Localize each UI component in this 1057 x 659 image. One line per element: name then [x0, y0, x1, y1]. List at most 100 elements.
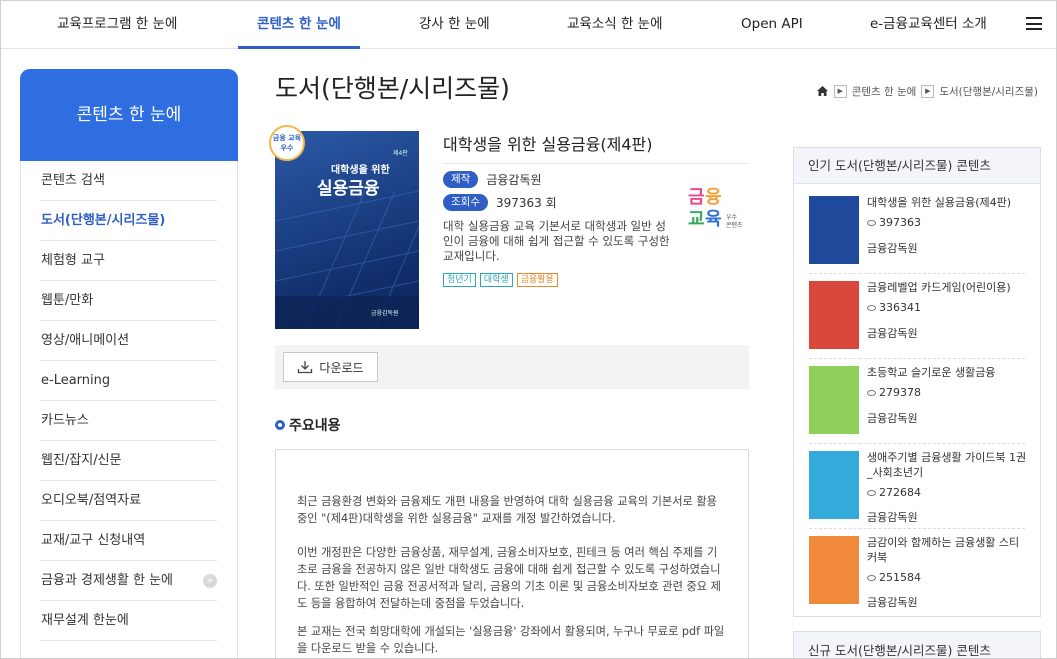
- eye-icon: [867, 574, 876, 581]
- sidebar-item-label: e-Learning: [41, 373, 111, 388]
- quality-mark-logo: 금 융 교 육 우수 콘텐츠: [688, 181, 750, 241]
- sidebar-item-experience-tools[interactable]: 체험형 교구: [41, 241, 217, 281]
- sidebar-item-elearning[interactable]: e-Learning: [41, 361, 217, 401]
- quality-mark-icon: 금 융 교 육 우수 콘텐츠: [688, 187, 743, 229]
- sidebar-item-webzine[interactable]: 웹진/잡지/신문: [41, 441, 217, 481]
- popular-item[interactable]: 금감이와 함께하는 금융생활 스티커북 251584 금융감독원: [809, 529, 1025, 614]
- popular-item-publisher: 금융감독원: [867, 596, 918, 609]
- sidebar-item-label: 웹진/잡지/신문: [41, 453, 122, 468]
- expand-icon[interactable]: +: [203, 574, 217, 588]
- popular-item[interactable]: 생애주기별 금융생활 가이드북 1권_사회초년기 272684 금융감독원: [809, 444, 1027, 529]
- popular-item[interactable]: 금융레벨업 카드게임(어린이용) 336341 금융감독원: [809, 274, 1025, 359]
- popular-item-thumbnail[interactable]: [809, 196, 859, 264]
- nav-item-contents[interactable]: 콘텐츠 한 눈에: [238, 1, 360, 49]
- cover-publisher: 금융감독원: [371, 310, 399, 317]
- views-label: 조회수: [443, 193, 488, 211]
- popular-item-publisher: 금융감독원: [867, 327, 918, 340]
- producer-row: 제작 금융감독원: [443, 170, 542, 188]
- breadcrumb-item[interactable]: 도서(단행본/시리즈물): [939, 84, 1038, 99]
- sidebar-item-label: 교재/교구 신청내역: [41, 533, 146, 548]
- producer-value: 금융감독원: [486, 172, 542, 187]
- download-icon: [298, 361, 313, 374]
- sidebar-item-cardnews[interactable]: 카드뉴스: [41, 401, 217, 441]
- sidebar-item-label: 재무설계 한눈에: [41, 613, 129, 628]
- tag[interactable]: 금융활용: [516, 273, 558, 287]
- popular-item[interactable]: 대학생을 위한 실용금융(제4판) 397363 금융감독원: [809, 189, 1025, 274]
- svg-text:육: 육: [705, 209, 722, 229]
- producer-label: 제작: [443, 170, 479, 188]
- home-icon[interactable]: [816, 85, 829, 97]
- popular-item-thumbnail[interactable]: [809, 281, 859, 349]
- sidebar-item-audiobook[interactable]: 오디오북/점역자료: [41, 481, 217, 521]
- popular-panel-title: 인기 도서(단행본/시리즈물) 콘텐츠: [794, 148, 1040, 184]
- svg-text:콘텐츠: 콘텐츠: [726, 221, 743, 229]
- nav-item-open-api[interactable]: Open API: [741, 1, 803, 49]
- download-label: 다운로드: [319, 360, 364, 375]
- popular-item-title[interactable]: 생애주기별 금융생활 가이드북 1권_사회초년기: [867, 450, 1027, 480]
- chevron-right-icon: ▶: [833, 84, 847, 98]
- tag-list: 청년기 대학생 금융활용: [443, 273, 562, 287]
- sidebar-title: 콘텐츠 한 눈에: [20, 69, 238, 161]
- sidebar-item-label: 웹툰/만화: [41, 293, 94, 308]
- nav-item-programs[interactable]: 교육프로그램 한 눈에: [57, 1, 177, 49]
- popular-item-publisher: 금융감독원: [867, 412, 918, 425]
- tag[interactable]: 대학생: [479, 273, 513, 287]
- chevron-right-icon: ▶: [921, 84, 935, 98]
- cover-edition: 제4판: [393, 150, 408, 157]
- popular-item-title[interactable]: 금융레벨업 카드게임(어린이용): [867, 280, 1027, 295]
- nav-item-news[interactable]: 교육소식 한 눈에: [567, 1, 663, 49]
- svg-text:우수: 우수: [726, 214, 738, 221]
- menu-icon[interactable]: [1026, 17, 1042, 30]
- sidebar-item-video[interactable]: 영상/애니메이션: [41, 321, 217, 361]
- new-panel-title: 신규 도서(단행본/시리즈물) 콘텐츠: [793, 631, 1041, 658]
- summary-paragraph: 이번 개정판은 다양한 금융상품, 재무설계, 금융소비자보호, 핀테크 등 여…: [297, 546, 721, 610]
- page-frame: 교육프로그램 한 눈에 콘텐츠 한 눈에 강사 한 눈에 교육소식 한 눈에 O…: [0, 0, 1057, 659]
- sidebar-item-label: 금융과 경제생활 한 눈에: [41, 573, 173, 588]
- sidebar-item-label: 카드뉴스: [41, 413, 89, 428]
- views-row: 조회수 397363 회: [443, 193, 557, 211]
- summary-paragraph: 최근 금융환경 변화와 금융제도 개편 내용을 반영하여 대학 실용금융 교육의…: [297, 495, 717, 525]
- popular-item[interactable]: 초등학교 슬기로운 생활금융 279378 금융감독원: [809, 359, 1025, 444]
- sidebar-item-financial-planning[interactable]: 재무설계 한눈에: [41, 601, 217, 641]
- sidebar-item-label: 도서(단행본/시리즈물): [41, 213, 166, 228]
- sidebar-item-webtoon[interactable]: 웹툰/만화: [41, 281, 217, 321]
- sidebar-item-finance-life[interactable]: 금융과 경제생활 한 눈에 +: [41, 561, 217, 601]
- popular-item-publisher: 금융감독원: [867, 511, 918, 524]
- cover-title: 실용금융: [317, 179, 380, 199]
- popular-item-thumbnail[interactable]: [809, 366, 859, 434]
- popular-item-publisher: 금융감독원: [867, 242, 918, 255]
- popular-item-views: 251584: [867, 571, 921, 584]
- nav-item-instructors[interactable]: 강사 한 눈에: [419, 1, 490, 49]
- book-description: 대학 실용금융 교육 기본서로 대학생과 일반 성인이 금융에 대해 쉽게 접근…: [443, 219, 670, 263]
- tag[interactable]: 청년기: [443, 273, 476, 287]
- views-value: 397363 회: [495, 195, 557, 210]
- eye-icon: [867, 219, 876, 226]
- sidebar-item-content-search[interactable]: 콘텐츠 검색: [41, 161, 217, 201]
- popular-item-title[interactable]: 대학생을 위한 실용금융(제4판): [867, 195, 1027, 210]
- popular-item-thumbnail[interactable]: [809, 536, 859, 604]
- popular-item-views: 397363: [867, 216, 921, 229]
- top-navigation: 교육프로그램 한 눈에 콘텐츠 한 눈에 강사 한 눈에 교육소식 한 눈에 O…: [1, 1, 1056, 49]
- popular-item-thumbnail[interactable]: [809, 451, 859, 519]
- popular-item-title[interactable]: 초등학교 슬기로운 생활금융: [867, 365, 1027, 380]
- page-title: 도서(단행본/시리즈물): [275, 74, 510, 103]
- sidebar-item-request-history[interactable]: 교재/교구 신청내역: [41, 521, 217, 561]
- svg-text:융: 융: [705, 187, 722, 207]
- svg-text:교: 교: [688, 209, 705, 229]
- sidebar: 콘텐츠 검색 도서(단행본/시리즈물) 체험형 교구 웹툰/만화 영상/애니메이…: [20, 161, 238, 658]
- sidebar-item-label: 오디오북/점역자료: [41, 493, 142, 508]
- nav-item-about[interactable]: e-금융교육센터 소개: [870, 1, 987, 49]
- svg-text:금: 금: [688, 187, 705, 207]
- bullet-icon: [275, 420, 285, 430]
- popular-item-title[interactable]: 금감이와 함께하는 금융생활 스티커북: [867, 535, 1027, 565]
- sidebar-item-books[interactable]: 도서(단행본/시리즈물): [41, 201, 217, 241]
- sidebar-item-label: 콘텐츠 검색: [41, 173, 105, 188]
- popular-item-views: 336341: [867, 301, 921, 314]
- breadcrumb: ▶ 콘텐츠 한 눈에 ▶ 도서(단행본/시리즈물): [816, 83, 1038, 99]
- breadcrumb-item[interactable]: 콘텐츠 한 눈에: [852, 84, 917, 99]
- summary-heading: 주요내용: [275, 415, 341, 435]
- eye-icon: [867, 304, 876, 311]
- sidebar-item-label: 영상/애니메이션: [41, 333, 130, 348]
- eye-icon: [867, 489, 876, 496]
- download-button[interactable]: 다운로드: [283, 352, 378, 382]
